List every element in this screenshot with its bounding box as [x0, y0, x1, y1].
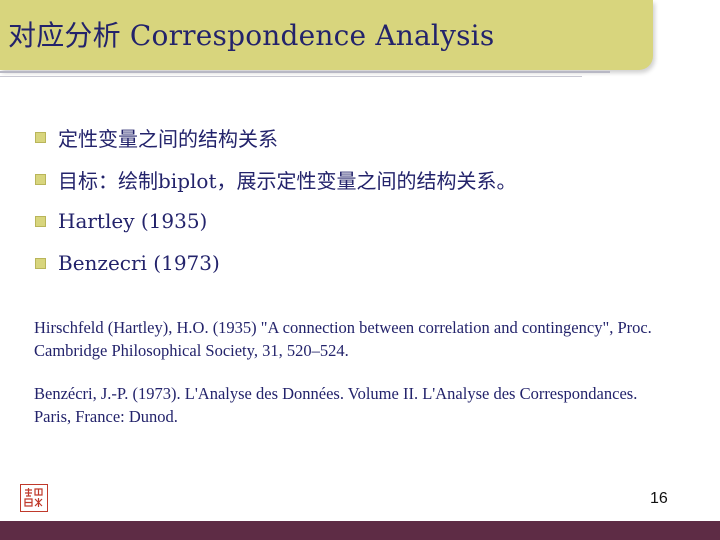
title-bar: 对应分析 Correspondence Analysis: [0, 0, 653, 70]
bullet-item: Hartley (1935): [35, 200, 516, 242]
bullet-list: 定性变量之间的结构关系 目标：绘制biplot，展示定性变量之间的结构关系。 H…: [35, 116, 516, 284]
bullet-text: Benzecri (1973): [58, 251, 220, 275]
reference-benzecri: Benzécri, J.-P. (1973). L'Analyse des Do…: [34, 384, 638, 426]
bullet-text: 定性变量之间的结构关系: [58, 126, 278, 151]
square-bullet-icon: [35, 215, 46, 227]
square-bullet-icon: [35, 131, 46, 143]
page-number: 16: [650, 490, 668, 507]
bullet-item: 定性变量之间的结构关系: [35, 116, 516, 158]
seal-glyph: [24, 488, 43, 507]
bullet-item: Benzecri (1973): [35, 242, 516, 284]
square-bullet-icon: [35, 257, 46, 269]
references: Hirschfeld (Hartley), H.O. (1935) "A con…: [34, 316, 654, 448]
reference-hartley: Hirschfeld (Hartley), H.O. (1935) "A con…: [34, 318, 652, 360]
footer-bar: [0, 521, 720, 540]
title-divider-line-thin: [0, 76, 582, 77]
slide-title: 对应分析 Correspondence Analysis: [8, 19, 495, 52]
bullet-text: 目标：绘制biplot，展示定性变量之间的结构关系。: [58, 168, 517, 193]
bullet-text: Hartley (1935): [58, 209, 208, 233]
title-divider-line: [0, 71, 610, 73]
seal-stamp-icon: [20, 484, 48, 512]
square-bullet-icon: [35, 173, 46, 185]
bullet-item: 目标：绘制biplot，展示定性变量之间的结构关系。: [35, 158, 516, 200]
